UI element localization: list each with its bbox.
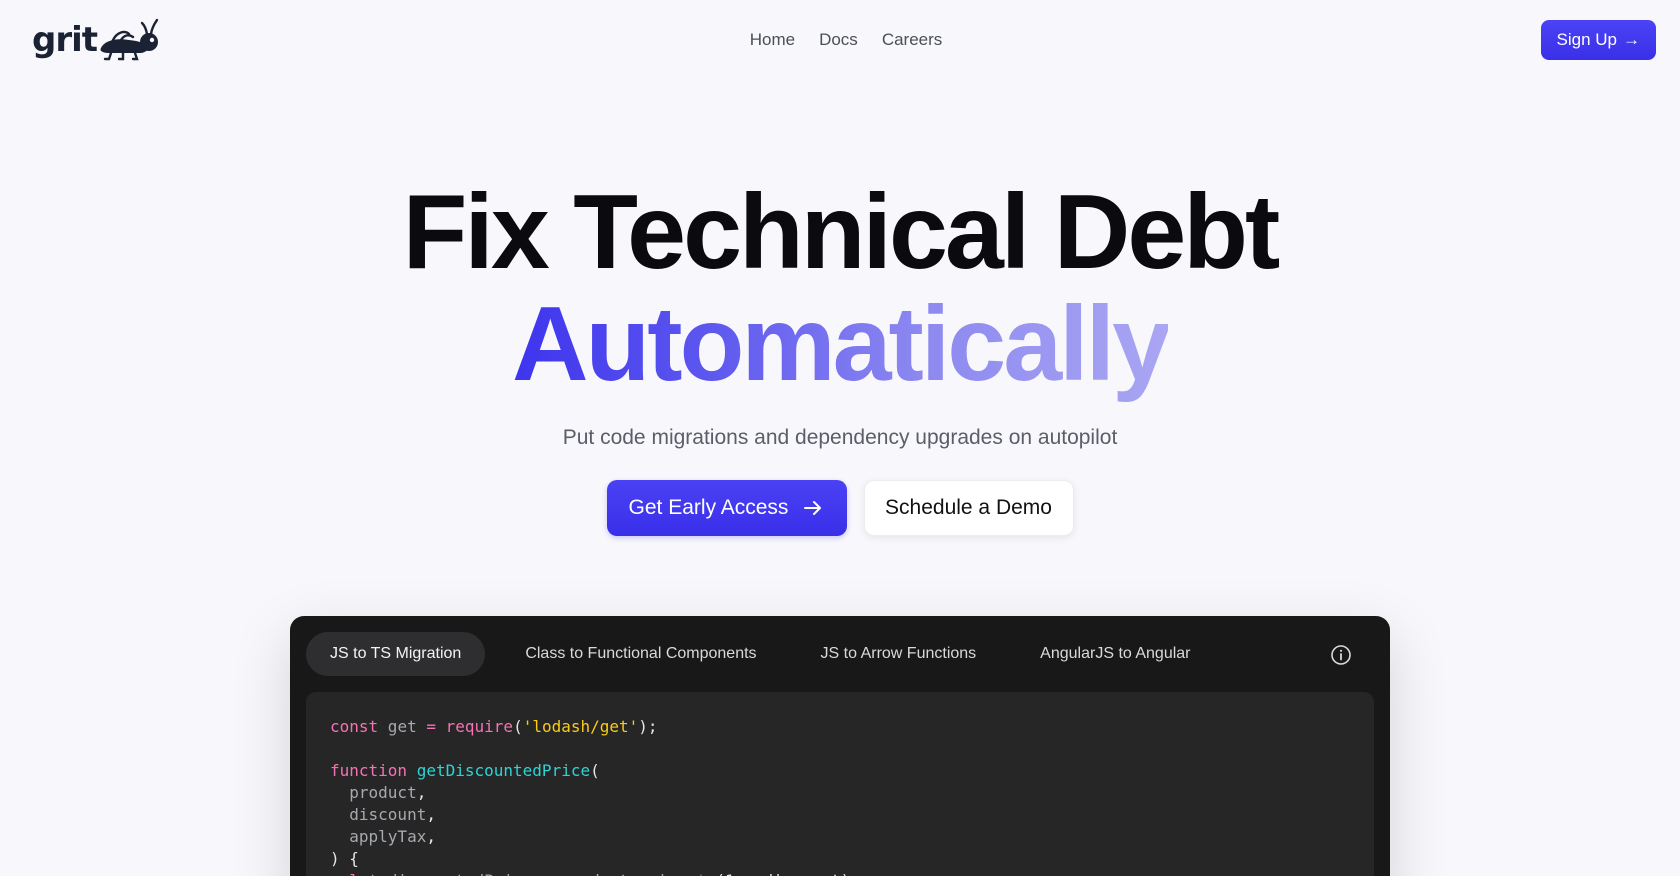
- code-token: );: [638, 717, 658, 736]
- get-early-access-label: Get Early Access: [628, 496, 789, 519]
- code-line: ) {: [330, 848, 1350, 870]
- code-token: ,: [426, 805, 436, 824]
- nav-link-home[interactable]: Home: [750, 26, 795, 54]
- hero-accent-title: Automatically: [0, 288, 1680, 400]
- tab-js-to-ts[interactable]: JS to TS Migration: [306, 632, 486, 676]
- code-line: applyTax,: [330, 826, 1350, 848]
- sign-up-button[interactable]: Sign Up →: [1540, 20, 1656, 60]
- code-token: get: [378, 717, 427, 736]
- code-token: *: [696, 871, 706, 876]
- code-token: discount: [330, 805, 427, 824]
- tab-js-to-arrow[interactable]: JS to Arrow Functions: [797, 632, 1001, 676]
- code-token: const: [330, 717, 379, 736]
- get-early-access-button[interactable]: Get Early Access: [606, 480, 847, 536]
- landing-page: grit Home Docs Careers Sign Up → Fix Tec…: [0, 0, 1680, 876]
- cta-row: Get Early Access Schedule a Demo: [0, 480, 1680, 536]
- code-token: (: [590, 761, 600, 780]
- schedule-demo-button[interactable]: Schedule a Demo: [863, 480, 1074, 536]
- migration-tabs: JS to TS Migration Class to Functional C…: [306, 632, 1374, 676]
- code-token: =: [426, 717, 436, 736]
- code-token: =: [542, 871, 552, 876]
- code-token: product: [330, 783, 417, 802]
- code-line: const get = require('lodash/get');: [330, 716, 1350, 738]
- code-token: (: [513, 717, 523, 736]
- hero-subtitle: Put code migrations and dependency upgra…: [562, 426, 1118, 449]
- hero-title: Fix Technical Debt: [402, 173, 1281, 291]
- arrow-right-icon: [804, 501, 822, 515]
- info-icon[interactable]: [1330, 644, 1352, 666]
- code-token: let: [330, 871, 378, 876]
- tab-class-to-functional[interactable]: Class to Functional Components: [501, 632, 780, 676]
- main-nav: Home Docs Careers: [0, 26, 1680, 54]
- nav-link-docs[interactable]: Docs: [819, 26, 858, 54]
- code-token: discountedPrice: [378, 871, 542, 876]
- code-line: discount,: [330, 804, 1350, 826]
- arrow-right-icon: →: [1623, 30, 1640, 49]
- code-token: ,: [426, 827, 436, 846]
- code-block: const get = require('lodash/get'); functi…: [306, 692, 1374, 876]
- code-token: function: [330, 761, 408, 780]
- hero-accent-text: Automatically: [511, 285, 1171, 403]
- tab-angularjs-to-angular[interactable]: AngularJS to Angular: [1016, 632, 1214, 676]
- code-token: product.price: [552, 871, 697, 876]
- nav-link-careers[interactable]: Careers: [882, 26, 942, 54]
- code-token: 'lodash/get': [522, 717, 639, 736]
- code-token: ,: [416, 783, 427, 802]
- code-line: let discountedPrice = product.price * (1…: [330, 870, 1350, 876]
- code-line: product,: [330, 782, 1350, 804]
- sign-up-label: Sign Up: [1556, 30, 1617, 49]
- code-token: require: [445, 717, 514, 736]
- code-token: applyTax: [330, 827, 427, 846]
- code-demo-panel: JS to TS Migration Class to Functional C…: [290, 616, 1390, 876]
- code-token: ) {: [330, 849, 359, 868]
- code-token: getDiscountedPrice: [416, 761, 591, 780]
- code-line: function getDiscountedPrice(: [330, 760, 1350, 782]
- code-token: (1 - discount);: [706, 871, 860, 876]
